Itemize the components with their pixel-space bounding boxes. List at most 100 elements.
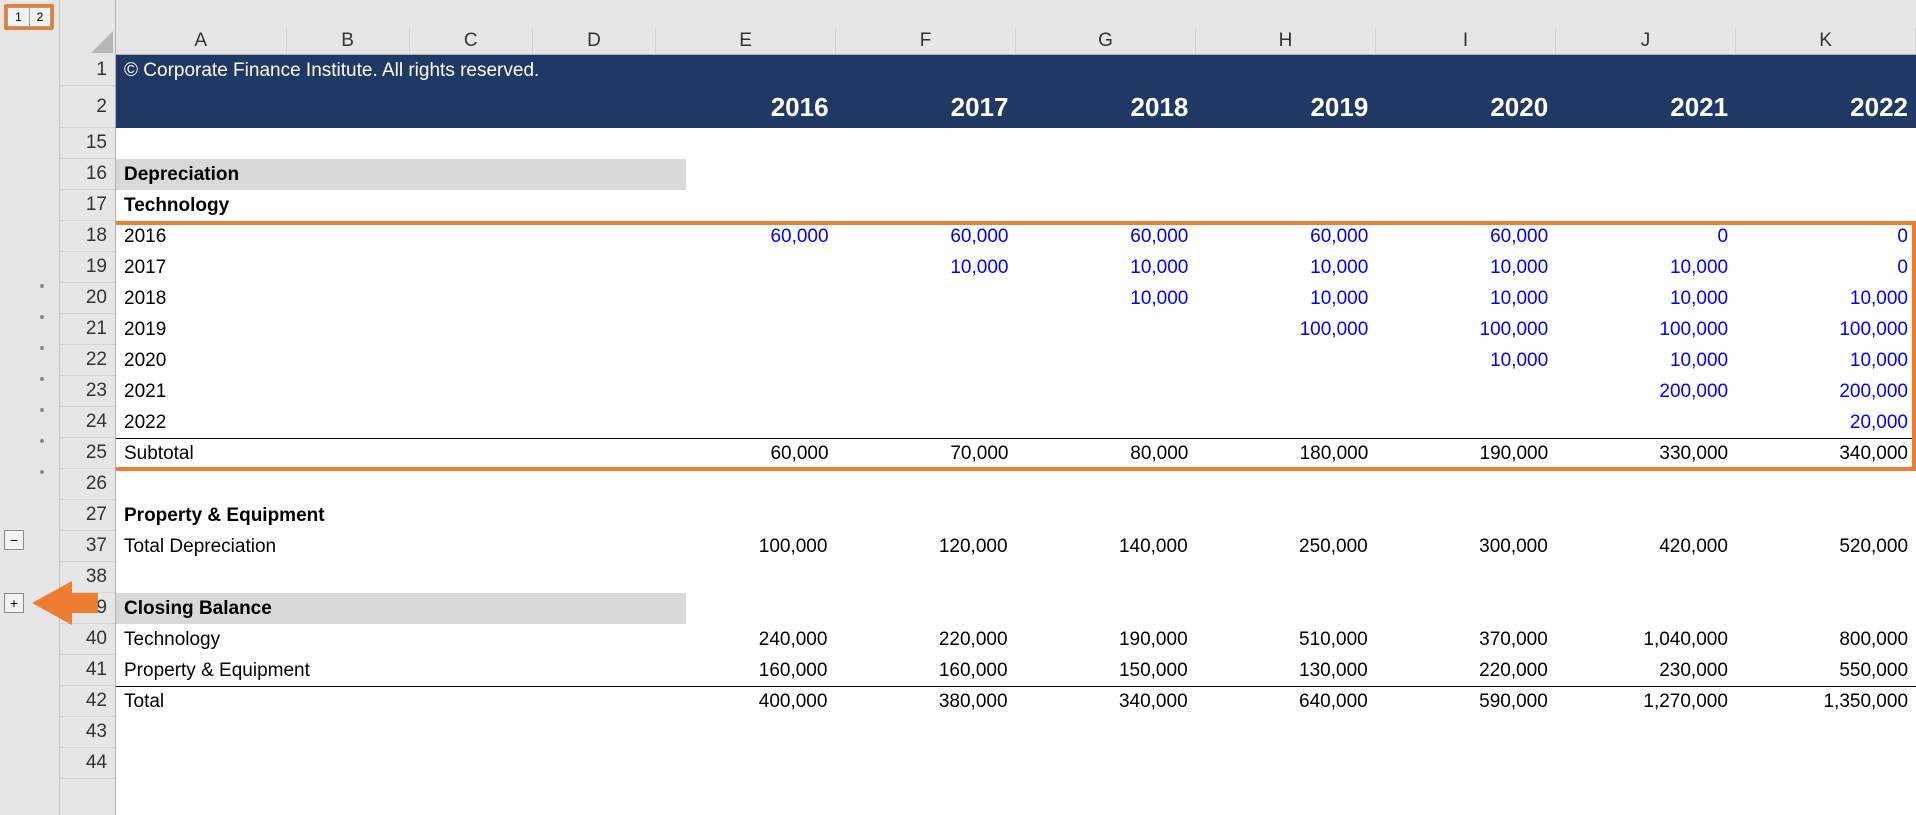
- cell-H24: [1196, 407, 1376, 438]
- row-header-21[interactable]: 21: [60, 314, 115, 345]
- row-2-years[interactable]: 2016 2017 2018 2019 2020 2021 2022: [116, 86, 1916, 128]
- col-header-K[interactable]: K: [1736, 27, 1916, 54]
- grid-body: A B C D E F G H I J K © Corporate Financ…: [116, 0, 1916, 815]
- outline-dot: [40, 439, 44, 443]
- col-header-B[interactable]: B: [287, 27, 410, 54]
- row-22[interactable]: 2020 10,000 10,000 10,000: [116, 345, 1916, 376]
- tech-2020-label: 2020: [116, 345, 286, 376]
- row-header-16[interactable]: 16: [60, 159, 115, 190]
- row-header-2[interactable]: 2: [60, 86, 115, 128]
- year-2016: 2016: [657, 86, 837, 128]
- row-header-24[interactable]: 24: [60, 407, 115, 438]
- col-header-G[interactable]: G: [1016, 27, 1196, 54]
- cell-I25: 190,000: [1376, 438, 1556, 469]
- row-header-41[interactable]: 41: [60, 655, 115, 686]
- cell-I20: 10,000: [1376, 283, 1556, 314]
- row-26[interactable]: [116, 469, 1916, 500]
- cell-G21: [1016, 314, 1196, 345]
- copyright-text: © Corporate Finance Institute. All right…: [116, 55, 686, 86]
- row-24[interactable]: 2022 20,000: [116, 407, 1916, 438]
- row-15[interactable]: [116, 128, 1916, 159]
- row-header-37[interactable]: 37: [60, 531, 115, 562]
- row-27[interactable]: Property & Equipment: [116, 500, 1916, 531]
- cell-I23: [1376, 376, 1556, 407]
- row-16[interactable]: Depreciation: [116, 159, 1916, 190]
- cell-J19: 10,000: [1556, 252, 1736, 283]
- col-header-F[interactable]: F: [836, 27, 1016, 54]
- cell-H20: 10,000: [1196, 283, 1376, 314]
- cell-I22: 10,000: [1376, 345, 1556, 376]
- row-40[interactable]: Technology 240,000 220,000 190,000 510,0…: [116, 624, 1916, 655]
- cell-G40: 190,000: [1016, 624, 1196, 655]
- cell-I42: 590,000: [1376, 686, 1556, 717]
- col-header-E[interactable]: E: [656, 27, 836, 54]
- outline-level-2-button[interactable]: 2: [29, 7, 51, 27]
- row-20[interactable]: 2018 10,000 10,000 10,000 10,000 10,000: [116, 283, 1916, 314]
- row-18[interactable]: 2016 60,000 60,000 60,000 60,000 60,000 …: [116, 221, 1916, 252]
- cell-K24: 20,000: [1736, 407, 1916, 438]
- outline-level-buttons: 1 2: [0, 0, 59, 55]
- row-1[interactable]: © Corporate Finance Institute. All right…: [116, 55, 1916, 86]
- row-43[interactable]: [116, 717, 1916, 748]
- year-2017: 2017: [837, 86, 1017, 128]
- row-header-42[interactable]: 42: [60, 686, 115, 717]
- year-2022: 2022: [1736, 86, 1916, 128]
- cell-G24: [1016, 407, 1196, 438]
- cell-H23: [1196, 376, 1376, 407]
- col-header-D[interactable]: D: [533, 27, 656, 54]
- row-header-1[interactable]: 1: [60, 55, 115, 86]
- cell-F37: 120,000: [835, 531, 1015, 562]
- row-17[interactable]: Technology: [116, 190, 1916, 221]
- row-41[interactable]: Property & Equipment 160,000 160,000 150…: [116, 655, 1916, 686]
- cell-J18: 0: [1556, 221, 1736, 252]
- cell-H41: 130,000: [1196, 655, 1376, 686]
- cell-E41: 160,000: [655, 655, 835, 686]
- cell-F22: [837, 345, 1017, 376]
- row-header-18[interactable]: 18: [60, 221, 115, 252]
- row-header-27[interactable]: 27: [60, 500, 115, 531]
- outline-collapse-row26[interactable]: −: [4, 530, 52, 550]
- row-header-20[interactable]: 20: [60, 283, 115, 314]
- cell-G22: [1016, 345, 1196, 376]
- row-25[interactable]: Subtotal 60,000 70,000 80,000 180,000 19…: [116, 438, 1916, 469]
- row-header-17[interactable]: 17: [60, 190, 115, 221]
- row-44[interactable]: [116, 748, 1916, 779]
- col-header-I[interactable]: I: [1376, 27, 1556, 54]
- col-header-J[interactable]: J: [1556, 27, 1736, 54]
- row-39[interactable]: Closing Balance: [116, 593, 1916, 624]
- row-header-26[interactable]: 26: [60, 469, 115, 500]
- row-header-44[interactable]: 44: [60, 748, 115, 779]
- row-42[interactable]: Total 400,000 380,000 340,000 640,000 59…: [116, 686, 1916, 717]
- cell-I24: [1376, 407, 1556, 438]
- cell-F20: [837, 283, 1017, 314]
- row-header-15[interactable]: 15: [60, 128, 115, 159]
- row-header-19[interactable]: 19: [60, 252, 115, 283]
- outline-level-1-button[interactable]: 1: [7, 7, 29, 27]
- row-header-22[interactable]: 22: [60, 345, 115, 376]
- row-header-23[interactable]: 23: [60, 376, 115, 407]
- col-header-C[interactable]: C: [410, 27, 533, 54]
- cell-G37: 140,000: [1016, 531, 1196, 562]
- row-21[interactable]: 2019 100,000 100,000 100,000 100,000: [116, 314, 1916, 345]
- cell-K19: 0: [1736, 252, 1916, 283]
- row-19[interactable]: 2017 10,000 10,000 10,000 10,000 10,000 …: [116, 252, 1916, 283]
- col-header-H[interactable]: H: [1196, 27, 1376, 54]
- cell-G41: 150,000: [1016, 655, 1196, 686]
- closing-pe-label: Property & Equipment: [116, 655, 400, 686]
- row-23[interactable]: 2021 200,000 200,000: [116, 376, 1916, 407]
- col-header-A[interactable]: A: [116, 27, 287, 54]
- row-header-43[interactable]: 43: [60, 717, 115, 748]
- row-header-40[interactable]: 40: [60, 624, 115, 655]
- cell-J40: 1,040,000: [1556, 624, 1736, 655]
- select-all-corner[interactable]: [60, 0, 115, 55]
- cell-H21: 100,000: [1196, 314, 1376, 345]
- row-header-25[interactable]: 25: [60, 438, 115, 469]
- row-38[interactable]: [116, 562, 1916, 593]
- cell-F19: 10,000: [837, 252, 1017, 283]
- row-37[interactable]: Total Depreciation 100,000 120,000 140,0…: [116, 531, 1916, 562]
- cell-G25: 80,000: [1016, 438, 1196, 469]
- cell-J37: 420,000: [1556, 531, 1736, 562]
- cell-J20: 10,000: [1556, 283, 1736, 314]
- cell-J22: 10,000: [1556, 345, 1736, 376]
- cell-F41: 160,000: [835, 655, 1015, 686]
